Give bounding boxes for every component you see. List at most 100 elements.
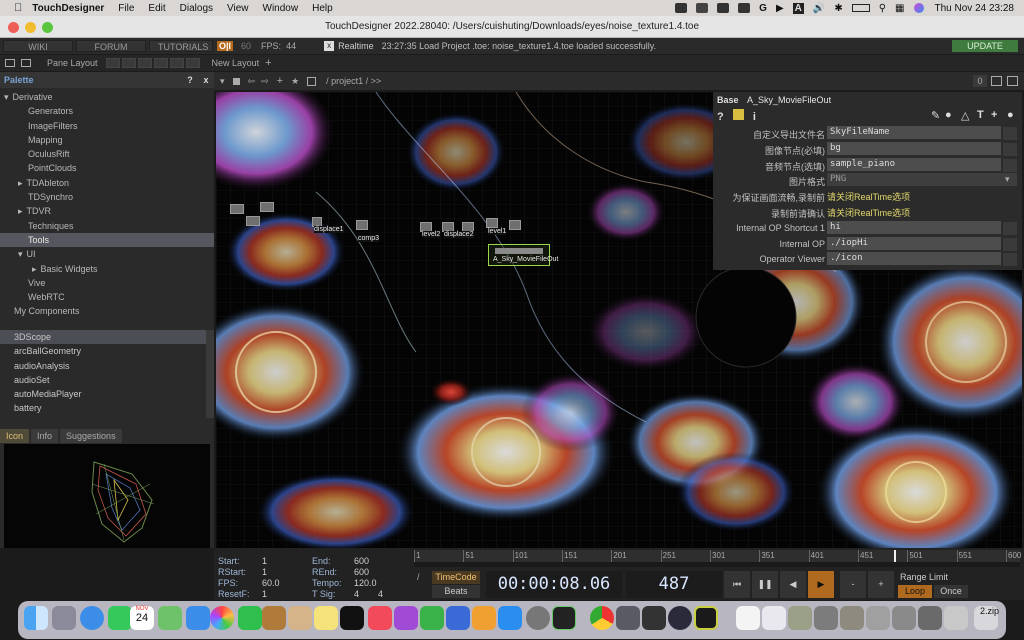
param-text-icon[interactable]: T <box>977 109 984 121</box>
photos-icon[interactable] <box>210 606 234 630</box>
tray-google-icon[interactable]: G <box>759 3 767 14</box>
palette-tree-item[interactable]: Mapping <box>0 133 214 147</box>
palette-tree-item[interactable]: My Components <box>0 304 214 318</box>
op-node[interactable] <box>230 204 244 214</box>
menu-view[interactable]: View <box>227 3 249 14</box>
component-list-item[interactable]: battery <box>0 401 206 415</box>
component-list-item[interactable]: 3DScope <box>0 330 206 345</box>
activity-monitor-icon[interactable] <box>552 606 576 630</box>
palette-close-button[interactable]: x <box>198 75 214 85</box>
touchdesigner-icon[interactable] <box>694 606 718 630</box>
palette-tree-item[interactable]: ▸ TDAbleton <box>0 176 214 190</box>
thumbnail-icon[interactable] <box>866 606 890 630</box>
finder-icon[interactable] <box>24 606 48 630</box>
op-node[interactable] <box>486 218 498 228</box>
palette-tree-item[interactable]: ▸ Basic Widgets <box>0 262 214 276</box>
op-node[interactable] <box>260 202 274 212</box>
play-button[interactable]: ▶ <box>808 571 834 598</box>
param-dot-icon[interactable]: ● <box>1007 109 1014 121</box>
start-value[interactable]: 1 <box>262 556 267 566</box>
param-field-handle[interactable] <box>1003 158 1017 172</box>
param-info-icon[interactable]: i <box>753 111 756 123</box>
step-back-button[interactable]: ◀ <box>780 571 806 598</box>
param-field-handle[interactable] <box>1003 221 1017 235</box>
maximize-pane-icon[interactable] <box>991 76 1002 86</box>
maps-icon[interactable] <box>158 606 182 630</box>
param-field[interactable]: ./icon <box>827 252 1001 266</box>
mail-icon[interactable] <box>186 606 210 630</box>
chevron-right-icon[interactable]: ▸ <box>18 206 23 216</box>
contacts-icon[interactable] <box>288 606 312 630</box>
op-node[interactable] <box>509 220 521 230</box>
appletv-icon[interactable] <box>340 606 364 630</box>
rewind-button[interactable]: ⏮ <box>724 571 750 598</box>
tsig-denominator[interactable]: 4 <box>378 589 383 599</box>
chrome-icon[interactable] <box>590 606 614 630</box>
component-list-item[interactable]: autoMediaPlayer <box>0 387 206 401</box>
param-field[interactable]: sample_piano <box>827 157 1001 171</box>
menubar-datetime[interactable]: Thu Nov 24 23:28 <box>935 3 1015 14</box>
timecode-tab[interactable]: TimeCode <box>432 571 480 584</box>
star-icon[interactable]: ★ <box>291 76 299 87</box>
layout-preset-3[interactable] <box>137 58 152 68</box>
menu-edit[interactable]: Edit <box>148 3 165 14</box>
param-field[interactable]: ./iopHi <box>827 236 1001 250</box>
fps-setting-value[interactable]: 60.0 <box>262 578 280 588</box>
palette-tree-item[interactable]: ▸ TDVR <box>0 204 214 218</box>
chevron-right-icon[interactable]: ▸ <box>32 264 37 274</box>
step-plus-button[interactable]: + <box>868 571 894 598</box>
control-center-icon[interactable]: ▦ <box>895 3 904 14</box>
playhead[interactable] <box>894 550 897 562</box>
op-node[interactable] <box>246 216 260 226</box>
tab-icon[interactable]: Icon <box>0 429 30 443</box>
quicktime-icon[interactable] <box>668 606 692 630</box>
component-list-item[interactable]: audioAnalysis <box>0 359 206 373</box>
pages-icon[interactable] <box>472 606 496 630</box>
search-icon[interactable]: ⚲ <box>879 3 886 14</box>
frame-display[interactable]: 487 <box>626 571 722 598</box>
pane-layout-icon[interactable] <box>21 59 31 67</box>
messages-icon[interactable] <box>108 606 132 630</box>
palette-tree-item[interactable]: ImageFilters <box>0 119 214 133</box>
param-op-name[interactable]: A_Sky_MovieFileOut <box>747 95 831 105</box>
layout-preset-5[interactable] <box>169 58 184 68</box>
tray-app-icon[interactable] <box>675 3 688 13</box>
menu-file[interactable]: File <box>118 3 134 14</box>
tsig-numerator[interactable]: 4 <box>354 589 359 599</box>
fps-cap[interactable]: 60 <box>241 41 251 51</box>
tray-camera-icon[interactable] <box>717 3 730 13</box>
palette-tree-item[interactable]: WebRTC <box>0 290 214 304</box>
notes-icon[interactable] <box>314 606 338 630</box>
resetf-value[interactable]: 1 <box>262 589 267 599</box>
param-field-handle[interactable] <box>1003 142 1017 156</box>
op-node[interactable] <box>356 220 368 230</box>
timeline-ruler[interactable]: 1 51 101 151 201 251 301 351 401 451 501 551 600 <box>414 550 1021 562</box>
image-icon[interactable] <box>5 59 15 67</box>
palette-tree-item[interactable]: Vive <box>0 276 214 290</box>
pause-button[interactable]: ❚❚ <box>752 571 778 598</box>
rstart-value[interactable]: 1 <box>262 567 267 577</box>
param-field-handle[interactable] <box>1003 127 1017 140</box>
palette-help-button[interactable]: ? <box>182 75 198 85</box>
home-icon[interactable] <box>307 76 317 86</box>
network-badge[interactable]: 0 <box>973 75 987 87</box>
palette-tree-item[interactable]: TDSynchro <box>0 190 214 204</box>
new-layout-label[interactable]: New Layout <box>212 58 260 68</box>
tempo-value[interactable]: 120.0 <box>354 578 377 588</box>
menu-dialogs[interactable]: Dialogs <box>180 3 213 14</box>
thumbnail-icon[interactable] <box>814 606 838 630</box>
palette-tree-item[interactable]: ▾ UI <box>0 247 214 261</box>
wiki-button[interactable]: WIKI <box>3 40 73 52</box>
calendar-icon[interactable]: NOV 24 <box>130 606 154 630</box>
step-minus-button[interactable]: - <box>840 571 866 598</box>
rend-value[interactable]: 600 <box>354 567 369 577</box>
palette-tree-item[interactable]: PointClouds <box>0 161 214 175</box>
tab-suggestions[interactable]: Suggestions <box>60 429 122 443</box>
param-pulse-button[interactable]: 请关闭RealTime选项 <box>827 190 910 203</box>
param-edit-icon[interactable]: ✎ <box>931 109 940 122</box>
network-path[interactable]: / project1 / >> <box>326 76 381 86</box>
param-pulse-button[interactable]: 请关闭RealTime选项 <box>827 206 910 219</box>
add-icon[interactable]: + <box>277 75 283 87</box>
archive-icon[interactable] <box>262 606 286 630</box>
menu-app-name[interactable]: TouchDesigner <box>32 3 104 14</box>
